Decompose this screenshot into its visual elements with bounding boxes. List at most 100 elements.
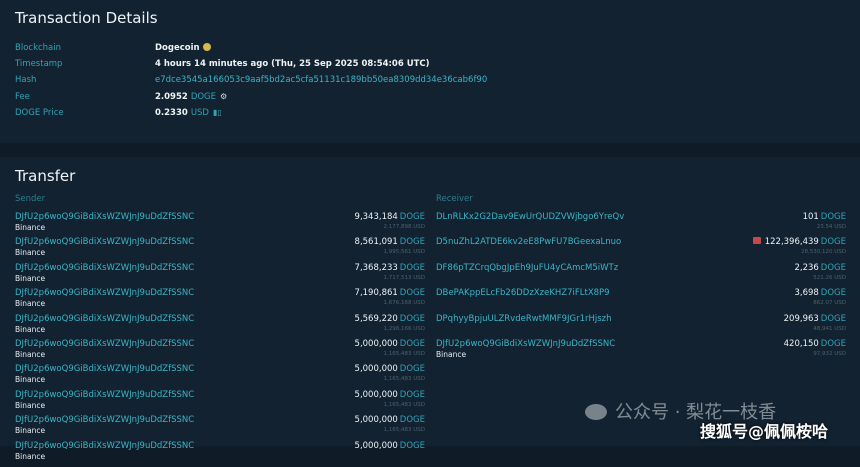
receiver-row: DBePAKppELcFb26DDzXzeKHZ7iFLtX8P9 3,698 DO… [436, 288, 846, 314]
receiver-amount-wrap: 209,963 DOGE [784, 314, 846, 324]
receiver-address-link[interactable]: D5nuZhL2ATDE6kv2eE8PwFU7BGeexaLnuo [436, 237, 621, 247]
sender-row: DJfU2p6woQ9GiBdiXsWZWJnJ9uDdZfSSNC Binanc… [15, 212, 425, 238]
blockchain-value: Dogecoin [155, 43, 200, 53]
receiver-unit: DOGE [820, 262, 846, 273]
receiver-usd-value: 862.07 USD [813, 300, 846, 307]
sender-amount-wrap: 9,343,184 DOGE [355, 212, 425, 222]
fee-value-wrap: 2.0952 DOGE ⚙ [155, 90, 227, 104]
sender-unit: DOGE [399, 339, 425, 349]
sender-unit: DOGE [399, 364, 425, 375]
receiver-amount-wrap: 101 DOGE [803, 212, 846, 222]
sender-address-link[interactable]: DJfU2p6woQ9GiBdiXsWZWJnJ9uDdZfSSNC [15, 339, 194, 349]
transfer-title: Transfer [15, 167, 76, 185]
sender-address-link[interactable]: DJfU2p6woQ9GiBdiXsWZWJnJ9uDdZfSSNC [15, 263, 194, 273]
sender-usd-value: 2,177,898 USD [383, 224, 426, 230]
receiver-amount: 3,698 [794, 288, 819, 299]
receiver-address-link[interactable]: DF86pTZCrqQbgJpEh9JuFU4yCAmcM5iWTz [436, 263, 618, 273]
sender-unit: DOGE [399, 262, 425, 273]
receiver-unit: DOGE [820, 237, 846, 248]
transaction-details-panel: Transaction Details Blockchain Dogecoin … [0, 0, 860, 143]
sender-address-link[interactable]: DJfU2p6woQ9GiBdiXsWZWJnJ9uDdZfSSNC [15, 288, 194, 298]
sender-amount-wrap: 5,000,000 DOGE [355, 390, 425, 400]
sender-row: DJfU2p6woQ9GiBdiXsWZWJnJ9uDdZfSSNC Binanc… [15, 364, 425, 390]
sender-amount-wrap: 5,000,000 DOGE [355, 415, 425, 425]
sender-usd-value: 1,165,483 USD [383, 401, 426, 408]
sender-usd-value: 1,717,513 USD [383, 274, 426, 281]
receiver-row: D5nuZhL2ATDE6kv2eE8PwFU7BGeexaLnuo 122,39… [436, 237, 846, 263]
receiver-address-link[interactable]: DPqhyyBpjuULZRvdeRwtMMF9JGr1rHjszh [436, 314, 612, 324]
sender-tag: Binance [15, 375, 46, 385]
receiver-usd-value: 28,530,120 USD [801, 249, 846, 256]
sender-address-link[interactable]: DJfU2p6woQ9GiBdiXsWZWJnJ9uDdZfSSNC [15, 212, 194, 222]
receiver-unit: DOGE [820, 339, 846, 349]
sender-amount: 9,343,184 [354, 212, 398, 222]
sender-row: DJfU2p6woQ9GiBdiXsWZWJnJ9uDdZfSSNC Binanc… [15, 441, 425, 467]
sender-unit: DOGE [399, 237, 425, 248]
sender-address-link[interactable]: DJfU2p6woQ9GiBdiXsWZWJnJ9uDdZfSSNC [15, 237, 194, 247]
receiver-usd-value: 97,932 USD [813, 351, 846, 357]
dogecoin-icon [202, 43, 211, 51]
sender-amount: 5,000,000 [354, 415, 398, 426]
sender-tag: Binance [15, 324, 46, 334]
receiver-row: DF86pTZCrqQbgJpEh9JuFU4yCAmcM5iWTz 2,236 D… [436, 263, 846, 289]
receiver-address-link[interactable]: DBePAKppELcFb26DDzXzeKHZ7iFLtX8P9 [436, 288, 610, 298]
receiver-amount-wrap: 122,396,439 DOGE [752, 237, 846, 248]
settings-icon[interactable]: ⚙ [220, 90, 227, 104]
receiver-row: DJfU2p6woQ9GiBdiXsWZWJnJ9uDdZfSSNC Binanc… [436, 339, 846, 365]
sender-amount: 8,561,091 [354, 237, 398, 248]
chart-icon[interactable]: ▮▯ [213, 106, 222, 120]
timestamp-label: Timestamp [15, 59, 63, 69]
receiver-amount: 2,236 [794, 262, 819, 273]
sender-usd-value: 1,676,168 USD [383, 300, 426, 307]
sender-address-link[interactable]: DJfU2p6woQ9GiBdiXsWZWJnJ9uDdZfSSNC [15, 415, 194, 425]
receiver-amount: 209,963 [783, 313, 819, 324]
blockchain-value-wrap: Dogecoin [155, 41, 211, 55]
receiver-amount: 122,396,439 [764, 237, 819, 248]
sender-row: DJfU2p6woQ9GiBdiXsWZWJnJ9uDdZfSSNC Binanc… [15, 288, 425, 314]
receiver-usd-value: 48,941 USD [813, 325, 846, 332]
sender-address-link[interactable]: DJfU2p6woQ9GiBdiXsWZWJnJ9uDdZfSSNC [15, 364, 194, 374]
alert-flag-icon [752, 237, 761, 245]
sender-row: DJfU2p6woQ9GiBdiXsWZWJnJ9uDdZfSSNC Binanc… [15, 237, 425, 263]
sender-usd-value: 1,165,483 USD [383, 427, 426, 434]
sender-tag: Binance [15, 273, 46, 283]
price-value: 0.2330 [155, 108, 188, 118]
receiver-amount: 101 [802, 212, 819, 222]
sender-unit: DOGE [399, 389, 425, 400]
sender-row: DJfU2p6woQ9GiBdiXsWZWJnJ9uDdZfSSNC Binanc… [15, 314, 425, 340]
sender-usd-value: 1,165,483 USD [383, 376, 426, 383]
receiver-unit: DOGE [820, 212, 846, 222]
receiver-address-link[interactable]: DLnRLKx2G2Dav9EwUrQUDZVWjbgo6YreQv [436, 212, 624, 222]
timestamp-value: 4 hours 14 minutes ago (Thu, 25 Sep 2025… [155, 59, 430, 69]
sender-tag: Binance [15, 248, 46, 258]
fee-value: 2.0952 [155, 92, 188, 102]
receiver-address-link[interactable]: DJfU2p6woQ9GiBdiXsWZWJnJ9uDdZfSSNC [436, 339, 615, 349]
sender-row: DJfU2p6woQ9GiBdiXsWZWJnJ9uDdZfSSNC Binanc… [15, 263, 425, 289]
sender-amount-wrap: 7,368,233 DOGE [355, 263, 425, 273]
sender-amount-wrap: 5,000,000 DOGE [355, 364, 425, 374]
receiver-usd-value: 23.54 USD [816, 224, 846, 230]
sender-unit: DOGE [399, 415, 425, 426]
sender-usd-value: 1,995,561 USD [383, 249, 426, 256]
sender-tag: Binance [15, 451, 46, 461]
sender-header: Sender [15, 194, 46, 204]
sender-row: DJfU2p6woQ9GiBdiXsWZWJnJ9uDdZfSSNC Binanc… [15, 415, 425, 441]
sohu-watermark: 搜狐号@佩佩桉哈 [700, 422, 829, 441]
receiver-amount-wrap: 3,698 DOGE [794, 288, 846, 298]
sender-address-link[interactable]: DJfU2p6woQ9GiBdiXsWZWJnJ9uDdZfSSNC [15, 390, 194, 400]
sender-row: DJfU2p6woQ9GiBdiXsWZWJnJ9uDdZfSSNC Binanc… [15, 390, 425, 416]
sender-tag: Binance [15, 400, 46, 410]
receiver-tag: Binance [436, 350, 467, 359]
receiver-row: DLnRLKx2G2Dav9EwUrQUDZVWjbgo6YreQv 101 DOG… [436, 212, 846, 238]
sender-address-link[interactable]: DJfU2p6woQ9GiBdiXsWZWJnJ9uDdZfSSNC [15, 314, 194, 324]
receiver-usd-value: 521.26 USD [813, 274, 846, 281]
sender-amount: 7,190,861 [354, 288, 398, 299]
receiver-amount: 420,150 [783, 339, 819, 349]
sender-tag: Binance [15, 223, 46, 232]
receiver-amount-wrap: 420,150 DOGE [784, 339, 846, 349]
sender-amount: 7,368,233 [354, 262, 398, 273]
sender-tag: Binance [15, 426, 46, 436]
price-value-wrap: 0.2330 USD ▮▯ [155, 106, 222, 120]
receiver-header: Receiver [436, 194, 473, 204]
hash-link[interactable]: e7dce3545a166053c9aaf5bd2ac5cfa51131c189… [155, 73, 487, 87]
